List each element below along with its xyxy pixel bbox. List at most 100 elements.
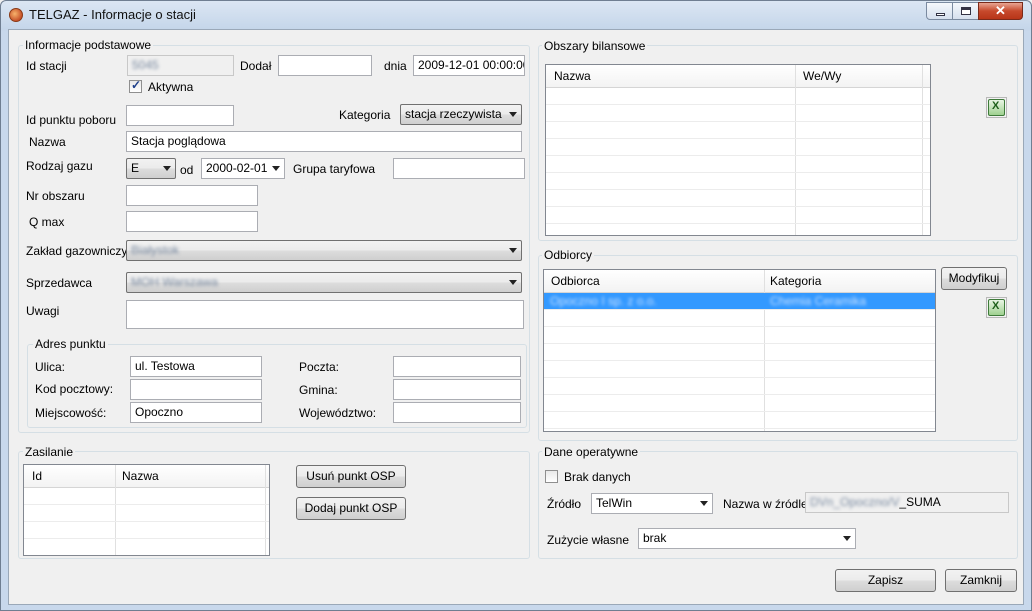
odbiorcy-export-button[interactable] [986,297,1007,318]
zaklad-dropdown[interactable]: Białystok [126,240,522,261]
add-osp-button[interactable]: Dodaj punkt OSP [296,497,406,520]
zasilanie-col-nazwa[interactable]: Nazwa [122,469,159,483]
remove-osp-button[interactable]: Usuń punkt OSP [296,465,406,488]
table-row[interactable] [24,539,269,555]
zasilanie-grid[interactable]: Id Nazwa [23,464,270,556]
maximize-button[interactable] [952,2,979,20]
rodzaj-gazu-dropdown[interactable]: E [126,158,176,179]
uwagi-field[interactable] [126,300,524,329]
group-obszary-label: Obszary bilansowe [542,39,648,53]
table-row[interactable] [546,190,930,207]
zasilanie-col-id[interactable]: Id [32,469,42,483]
aktywna-checkbox[interactable] [129,78,142,93]
minimize-button[interactable] [926,2,953,20]
ulica-label: Ulica: [35,360,66,374]
table-row[interactable] [546,88,930,105]
sprzedawca-value: MOH Warszawa [131,275,218,289]
nazwa-label: Nazwa [29,135,66,149]
grupa-taryfowa-field[interactable] [393,158,525,179]
dnia-field[interactable]: 2009-12-01 00:00:00 [413,55,525,76]
obszary-export-button[interactable] [986,97,1007,118]
nr-obszaru-field[interactable] [126,185,258,206]
group-address-label: Adres punktu [33,337,108,351]
kategoria-dropdown[interactable]: stacja rzeczywista [400,104,522,125]
kod-field[interactable] [130,379,262,400]
nazwa-zrodle-field: DVn_Opoczno/V_SUMA [805,492,1009,513]
obszary-col-wewy[interactable]: We/Wy [803,69,841,83]
chevron-down-icon [843,536,851,541]
close-button[interactable]: ✕ [978,2,1023,20]
main-window: TELGAZ - Informacje o stacji ✕ Informacj… [0,0,1032,611]
table-row[interactable] [546,207,930,224]
dodal-field[interactable] [278,55,372,76]
table-row[interactable] [546,156,930,173]
zrodlo-dropdown[interactable]: TelWin [591,493,713,514]
minimize-icon [936,13,945,16]
odbiorcy-grid[interactable]: Odbiorca Kategoria Opoczno I sp. z o.o. … [543,269,936,432]
table-row[interactable] [24,522,269,539]
id-stacji-field: 5045 [127,55,234,76]
poczta-field[interactable] [393,356,521,377]
table-row[interactable] [546,105,930,122]
gmina-field[interactable] [393,379,521,400]
table-row[interactable] [24,488,269,505]
zuzycie-dropdown[interactable]: brak [638,528,856,549]
table-row[interactable] [544,378,935,395]
zaklad-label: Zakład gazowniczy [26,244,128,258]
zaklad-value: Białystok [131,243,180,257]
table-row[interactable] [544,344,935,361]
brak-danych-checkbox[interactable] [545,470,558,483]
table-row[interactable] [544,412,935,429]
maximize-icon [961,7,971,15]
kategoria-label: Kategoria [339,108,391,122]
miejscowosc-field[interactable]: Opoczno [130,402,262,423]
miejscowosc-label: Miejscowość: [35,406,107,420]
close-dialog-button[interactable]: Zamknij [945,569,1017,592]
grupa-taryfowa-label: Grupa taryfowa [293,162,376,176]
save-button[interactable]: Zapisz [835,569,936,592]
kod-label: Kod pocztowy: [35,382,114,396]
group-basic-info-label: Informacje podstawowe [23,38,154,52]
ulica-field[interactable]: ul. Testowa [130,356,262,377]
obszary-col-nazwa[interactable]: Nazwa [554,69,591,83]
table-row[interactable] [544,327,935,344]
title-bar[interactable]: TELGAZ - Informacje o stacji ✕ [1,1,1031,29]
zuzycie-value: brak [643,531,667,545]
brak-danych-label: Brak danych [564,470,631,484]
rodzaj-gazu-label: Rodzaj gazu [26,159,93,173]
sprzedawca-label: Sprzedawca [26,276,93,290]
table-row[interactable] [546,122,930,139]
table-row[interactable]: Opoczno I sp. z o.o. Chemia Ceramika [544,293,935,310]
chevron-down-icon [509,112,517,117]
odbiorcy-col-odbiorca[interactable]: Odbiorca [551,274,600,288]
qmax-field[interactable] [126,211,258,232]
wojewodztwo-field[interactable] [393,402,521,423]
modify-button[interactable]: Modyfikuj [941,267,1007,290]
nazwa-field[interactable]: Stacja poglądowa [126,131,522,152]
table-row[interactable] [544,395,935,412]
table-row[interactable] [546,139,930,156]
zrodlo-label: Źródło [547,497,582,511]
id-stacji-label: Id stacji [26,59,67,73]
id-stacji-value: 5045 [132,58,159,72]
table-row[interactable] [546,173,930,190]
zuzycie-label: Zużycie własne [547,533,630,547]
obszary-grid[interactable]: Nazwa We/Wy [545,64,931,236]
chevron-down-icon [509,248,517,253]
flame-icon [9,8,23,22]
group-odbiorcy-label: Odbiorcy [542,248,595,262]
sprzedawca-dropdown[interactable]: MOH Warszawa [126,272,522,293]
od-date-picker[interactable]: 2000-02-01 [201,158,285,179]
excel-icon [988,299,1005,316]
chevron-down-icon [163,166,171,171]
od-label: od [180,163,194,177]
id-punktu-field[interactable] [126,105,234,126]
table-row[interactable] [24,505,269,522]
odbiorcy-grid-header: Odbiorca Kategoria [544,270,935,293]
table-row[interactable] [544,361,935,378]
table-row[interactable] [544,310,935,327]
odbiorcy-col-kategoria[interactable]: Kategoria [770,274,821,288]
odbiorca-cell: Opoczno I sp. z o.o. [550,294,657,308]
od-value: 2000-02-01 [206,161,268,175]
id-punktu-label: Id punktu poboru [26,113,117,127]
